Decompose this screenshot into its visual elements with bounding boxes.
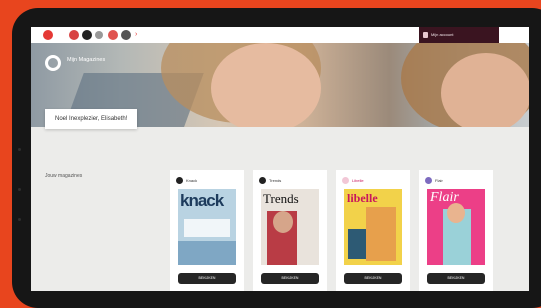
brand-logo-icon	[342, 177, 349, 184]
view-button[interactable]: BEKIJKEN	[261, 273, 319, 284]
magazine-cover[interactable]: libelle	[344, 189, 402, 265]
brand-logo-icon	[259, 177, 266, 184]
account-label: Mijn account	[431, 32, 454, 37]
user-icon	[423, 32, 428, 38]
magazine-cover[interactable]: Trends	[261, 189, 319, 265]
brand-icon[interactable]	[43, 30, 53, 40]
magazine-card[interactable]: Knack knack BEKIJKEN	[170, 170, 244, 291]
brand-logo-icon	[176, 177, 183, 184]
top-bar: › Mijn account	[31, 27, 529, 43]
cover-art	[447, 203, 465, 223]
magazine-link-icon[interactable]	[121, 30, 131, 40]
app-screen: › Mijn account Mijn Magazines Noel Inexp…	[31, 27, 529, 291]
magazine-card[interactable]: Trends Trends BEKIJKEN	[253, 170, 327, 291]
cover-title: Trends	[263, 191, 299, 206]
section-label: Jouw magazines	[45, 173, 83, 179]
magazine-link-icon[interactable]	[108, 30, 118, 40]
magazine-brand: Libelle	[342, 177, 364, 184]
magazine-link-icon[interactable]	[95, 31, 103, 39]
magazine-card[interactable]: Libelle libelle BEKIJKEN	[336, 170, 410, 291]
greeting-banner: Noel Inexplezier, Elisabeth!	[45, 109, 138, 129]
cover-art	[178, 241, 236, 265]
magazine-link-icon[interactable]	[82, 30, 92, 40]
magazine-link-icon[interactable]	[69, 30, 79, 40]
view-button[interactable]: BEKIJKEN	[427, 273, 485, 284]
hero-photo-shape	[441, 53, 529, 127]
tablet-sensor	[18, 218, 21, 221]
account-button[interactable]: Mijn account	[419, 27, 499, 43]
magazine-cover[interactable]: knack	[178, 189, 236, 265]
cover-title: libelle	[347, 191, 378, 205]
magazine-brand: Trends	[259, 177, 281, 184]
cover-art	[366, 207, 396, 261]
hero-photo-shape	[211, 43, 321, 127]
cover-art	[348, 229, 366, 259]
magazine-card[interactable]: Flair Flair BEKIJKEN	[419, 170, 493, 291]
tablet-sensor	[18, 188, 21, 191]
cover-art	[273, 211, 293, 233]
chevron-right-icon[interactable]: ›	[135, 30, 145, 40]
magazine-brand: Knack	[176, 177, 197, 184]
magazine-brand: Flair	[425, 177, 443, 184]
view-button[interactable]: BEKIJKEN	[344, 273, 402, 284]
brand-logo-icon	[425, 177, 432, 184]
logo-text: Mijn Magazines	[67, 57, 106, 63]
magazine-cover[interactable]: Flair	[427, 189, 485, 265]
mijn-magazines-logo-icon	[45, 55, 61, 71]
cover-title: knack	[180, 191, 224, 210]
tablet-sensor	[18, 148, 21, 151]
view-button[interactable]: BEKIJKEN	[178, 273, 236, 284]
cover-art	[184, 219, 230, 237]
